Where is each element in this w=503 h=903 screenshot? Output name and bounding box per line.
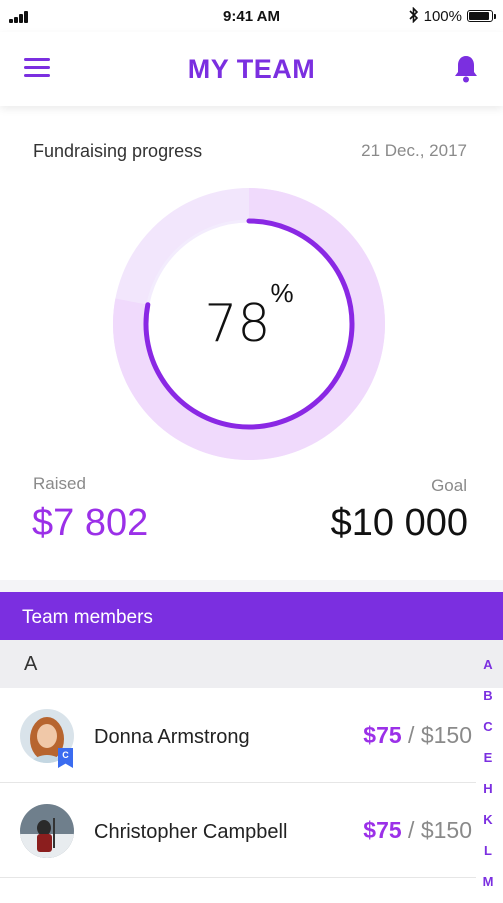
member-name: Christopher Campbell [94, 821, 288, 843]
page-title: MY TEAM [187, 54, 316, 84]
raised-label: Raised [33, 474, 86, 493]
goal-label: Goal [431, 476, 467, 495]
index-letter[interactable]: A [483, 655, 492, 686]
badge-icon: C [58, 748, 73, 768]
battery-icon [467, 10, 496, 22]
status-bar: 9:41 AM 100% [0, 0, 503, 32]
app-header: MY TEAM [0, 32, 503, 106]
amount-separator: / [401, 817, 421, 843]
index-letter[interactable]: C [483, 717, 492, 748]
member-raised: $75 [363, 722, 402, 748]
progress-ring [113, 188, 385, 460]
fundraising-card: Fundraising progress 21 Dec., 2017 78 % … [0, 106, 503, 580]
member-goal: $150 [420, 817, 472, 843]
hamburger-menu-icon[interactable] [24, 58, 50, 78]
member-goal: $150 [420, 722, 472, 748]
list-item[interactable]: C Donna Armstrong $75 / $150 [0, 688, 476, 783]
fundraising-date: 21 Dec., 2017 [361, 141, 467, 160]
avatar [20, 804, 74, 858]
member-amount: $75 / $150 [363, 722, 472, 749]
index-letter[interactable]: K [483, 810, 492, 841]
amount-separator: / [401, 722, 421, 748]
index-letter[interactable]: H [483, 779, 492, 810]
goal-value: $10 000 [330, 502, 468, 544]
member-raised: $75 [363, 817, 402, 843]
bell-icon[interactable] [453, 54, 479, 84]
team-members-title: Team members [22, 607, 153, 628]
list-item[interactable]: Christopher Campbell $75 / $150 [0, 783, 476, 878]
member-name: Donna Armstrong [94, 726, 250, 748]
index-letter[interactable]: B [483, 686, 492, 717]
section-header-a: A [0, 640, 503, 688]
fundraising-label: Fundraising progress [33, 141, 203, 161]
member-amount: $75 / $150 [363, 817, 472, 844]
section-letter: A [24, 653, 38, 675]
bluetooth-icon [409, 6, 419, 26]
battery-percent: 100% [423, 7, 462, 25]
index-letter[interactable]: E [484, 748, 493, 779]
index-letter[interactable]: L [484, 841, 492, 872]
raised-value: $7 802 [32, 502, 149, 544]
index-letter[interactable]: M [483, 872, 494, 903]
team-members-header: Team members [0, 592, 503, 640]
section-divider [0, 580, 503, 592]
alphabet-index: A B C E H K L M [479, 655, 497, 903]
